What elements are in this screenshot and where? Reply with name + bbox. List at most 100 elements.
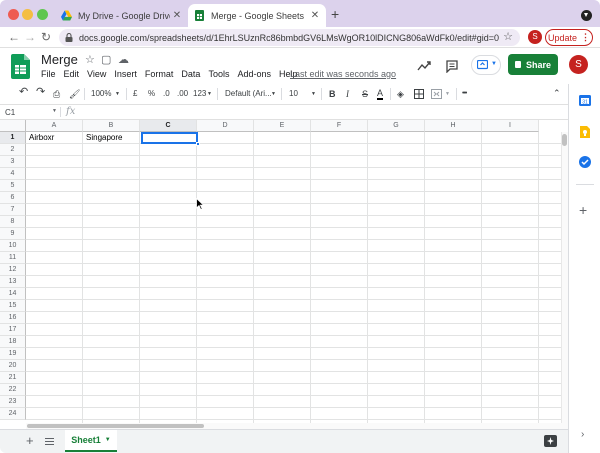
column-header-e[interactable]: E — [254, 120, 311, 132]
italic-button[interactable]: I — [346, 88, 349, 100]
menu-insert[interactable]: Insert — [114, 69, 137, 79]
document-title[interactable]: Merge — [41, 52, 78, 67]
add-addon-plus-icon[interactable]: + — [579, 202, 587, 218]
present-button[interactable]: ▼ — [471, 55, 501, 75]
browser-tab-sheets[interactable]: Merge - Google Sheets ✕ — [188, 4, 326, 27]
menu-edit[interactable]: Edit — [64, 69, 80, 79]
menu-addons[interactable]: Add-ons — [237, 69, 271, 79]
spreadsheet-grid[interactable]: ABCDEFGHI 1 2 3 4 5 6 7 8 9 10 11 12 13 14 15 16 17 18 19 2… — [0, 120, 568, 423]
row-header-23[interactable]: 23 — [0, 396, 26, 408]
row-header-7[interactable]: 7 — [0, 204, 26, 216]
row-header-18[interactable]: 18 — [0, 336, 26, 348]
vertical-scrollbar[interactable] — [561, 132, 568, 423]
row-header-1[interactable]: 1 — [0, 132, 26, 144]
address-bar[interactable]: docs.google.com/spreadsheets/d/1EhrLSUzn… — [59, 29, 520, 46]
formula-input[interactable] — [84, 108, 554, 118]
column-header-d[interactable]: D — [197, 120, 254, 132]
select-all-corner[interactable] — [0, 120, 26, 132]
bold-button[interactable]: B — [329, 88, 336, 100]
last-edit-link[interactable]: Last edit was seconds ago — [290, 69, 396, 79]
row-header-9[interactable]: 9 — [0, 228, 26, 240]
row-header-10[interactable]: 10 — [0, 240, 26, 252]
format-percent-button[interactable]: % — [148, 88, 155, 100]
maximize-window-button[interactable] — [37, 9, 48, 20]
row-header-24[interactable]: 24 — [0, 408, 26, 420]
text-color-button[interactable]: A — [377, 88, 384, 100]
explore-icon[interactable] — [544, 435, 557, 447]
cell-A1[interactable]: Airboxr — [29, 132, 54, 144]
update-button[interactable]: Update ⋮ — [545, 29, 593, 46]
menu-view[interactable]: View — [87, 69, 106, 79]
column-header-g[interactable]: G — [368, 120, 425, 132]
increase-decimal-button[interactable]: .00 — [177, 88, 188, 100]
row-header-22[interactable]: 22 — [0, 384, 26, 396]
horizontal-scrollbar-thumb[interactable] — [27, 424, 204, 428]
back-arrow-icon[interactable]: ← — [8, 30, 20, 44]
row-header-11[interactable]: 11 — [0, 252, 26, 264]
paint-format-icon[interactable]: 🖌 — [69, 88, 80, 100]
tasks-icon[interactable] — [578, 155, 592, 169]
row-header-4[interactable]: 4 — [0, 168, 26, 180]
move-folder-icon[interactable]: ▢ — [101, 53, 111, 66]
fill-handle[interactable] — [196, 142, 200, 146]
forward-arrow-icon[interactable]: → — [24, 30, 36, 44]
font-size-select[interactable]: 10 — [289, 88, 298, 100]
reload-icon[interactable]: ↻ — [41, 30, 51, 44]
trending-up-icon[interactable] — [417, 59, 431, 73]
row-header-15[interactable]: 15 — [0, 300, 26, 312]
row-header-6[interactable]: 6 — [0, 192, 26, 204]
column-header-a[interactable]: A — [26, 120, 83, 132]
row-header-2[interactable]: 2 — [0, 144, 26, 156]
tab-search-icon[interactable] — [581, 10, 592, 21]
column-header-i[interactable]: I — [482, 120, 539, 132]
row-header-8[interactable]: 8 — [0, 216, 26, 228]
profile-avatar[interactable]: S — [528, 30, 542, 44]
show-side-panel-chevron-icon[interactable]: › — [581, 429, 584, 440]
font-select[interactable]: Default (Ari... — [225, 88, 272, 100]
close-icon[interactable]: ✕ — [170, 10, 184, 21]
menu-tools[interactable]: Tools — [208, 69, 229, 79]
close-icon[interactable]: ✕ — [308, 10, 322, 21]
more-options-icon[interactable]: ••• — [462, 88, 467, 100]
star-icon[interactable]: ☆ — [85, 53, 95, 66]
collapse-menu-chevron-icon[interactable]: ⌃ — [553, 87, 561, 99]
print-icon[interactable]: ⎙ — [53, 88, 60, 100]
row-header-13[interactable]: 13 — [0, 276, 26, 288]
cell-area[interactable] — [26, 132, 568, 423]
minimize-window-button[interactable] — [22, 9, 33, 20]
comment-icon[interactable] — [445, 59, 459, 73]
sheets-logo-icon[interactable] — [11, 54, 30, 79]
share-button[interactable]: Share — [508, 54, 558, 75]
row-header-21[interactable]: 21 — [0, 372, 26, 384]
borders-icon[interactable] — [414, 89, 424, 99]
add-sheet-button[interactable]: + — [26, 433, 34, 448]
selected-cell-C1[interactable] — [141, 132, 198, 144]
row-header-20[interactable]: 20 — [0, 360, 26, 372]
zoom-select[interactable]: 100% — [91, 88, 111, 100]
menu-file[interactable]: File — [41, 69, 56, 79]
column-header-h[interactable]: H — [425, 120, 482, 132]
keep-icon[interactable] — [578, 125, 592, 139]
row-header-5[interactable]: 5 — [0, 180, 26, 192]
menu-format[interactable]: Format — [145, 69, 174, 79]
calendar-icon[interactable]: 31 — [578, 93, 592, 107]
row-header-19[interactable]: 19 — [0, 348, 26, 360]
row-header-16[interactable]: 16 — [0, 312, 26, 324]
column-header-b[interactable]: B — [83, 120, 140, 132]
more-formats-button[interactable]: 123 — [193, 88, 206, 100]
close-window-button[interactable] — [8, 9, 19, 20]
column-header-c[interactable]: C — [140, 120, 197, 132]
column-header-f[interactable]: F — [311, 120, 368, 132]
strikethrough-button[interactable]: S — [362, 88, 368, 100]
vertical-scrollbar-thumb[interactable] — [562, 134, 567, 146]
name-box[interactable]: C1 — [5, 108, 15, 117]
cell-B1[interactable]: Singapore — [86, 132, 122, 144]
undo-icon[interactable]: ↶ — [19, 86, 28, 98]
menu-data[interactable]: Data — [181, 69, 200, 79]
new-tab-button[interactable]: + — [331, 7, 339, 21]
row-header-14[interactable]: 14 — [0, 288, 26, 300]
account-avatar[interactable]: S — [569, 55, 588, 74]
sheet-tab-sheet1[interactable]: Sheet1 ▼ — [65, 430, 117, 452]
row-header-12[interactable]: 12 — [0, 264, 26, 276]
fill-color-icon[interactable]: ◈ — [397, 88, 404, 100]
